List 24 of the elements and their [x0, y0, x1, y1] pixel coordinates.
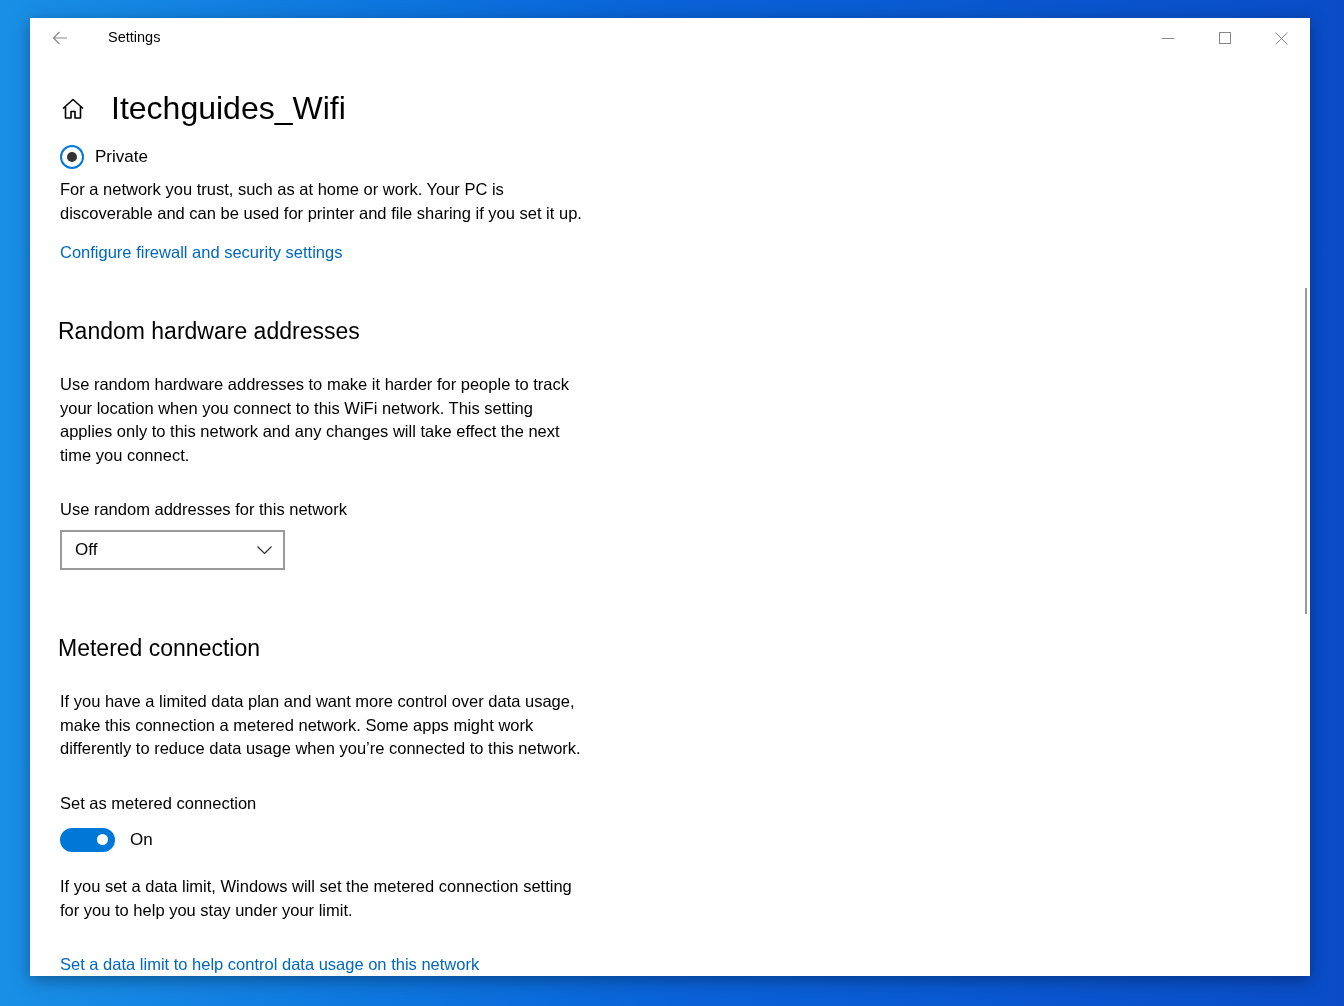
home-icon[interactable] [62, 97, 84, 119]
page-title: Itechguides_Wifi [111, 89, 346, 128]
chevron-down-icon [257, 546, 272, 554]
back-arrow-icon[interactable] [52, 31, 68, 45]
radio-button[interactable] [60, 145, 84, 169]
setting-label: Set as metered connection [60, 792, 258, 814]
minimize-icon [1161, 37, 1174, 39]
firewall-settings-link[interactable]: Configure firewall and security settings [60, 240, 343, 264]
option-description: For a network you trust, such as at home or work. Your PC is discoverable and can be used for printer and file sharing if you set it up. [60, 179, 583, 224]
toggle-switch[interactable] [60, 827, 115, 852]
section-description: If you have a limited data plan and want more control over data usage, make this connection a metered network. Some apps might work differently to reduce data usage when you’re connected to this network. [60, 691, 582, 759]
maximize-icon [1218, 32, 1231, 44]
close-icon [1275, 31, 1288, 45]
data-limit-link[interactable]: Set a data limit to help control data usage on this network [60, 951, 480, 976]
toggle-state-label: On [130, 828, 153, 851]
section-heading: Metered connection [58, 634, 261, 663]
setting-label: Use random addresses for this network [60, 499, 349, 520]
radio-label: Private [95, 146, 148, 168]
scrollbar[interactable] [1305, 288, 1307, 614]
dropdown[interactable]: Off [60, 530, 285, 570]
section-heading: Random hardware addresses [58, 317, 361, 346]
window-title: Settings [108, 28, 161, 48]
section-description: Use random hardware addresses to make it harder for people to track your location when you connect to this WiFi network. This setting applies only to this network and any changes will take effect the next time you connect. [60, 374, 570, 466]
setting-note: If you set a data limit, Windows will set the metered connection setting for you to help you stay under your limit. [60, 875, 573, 921]
